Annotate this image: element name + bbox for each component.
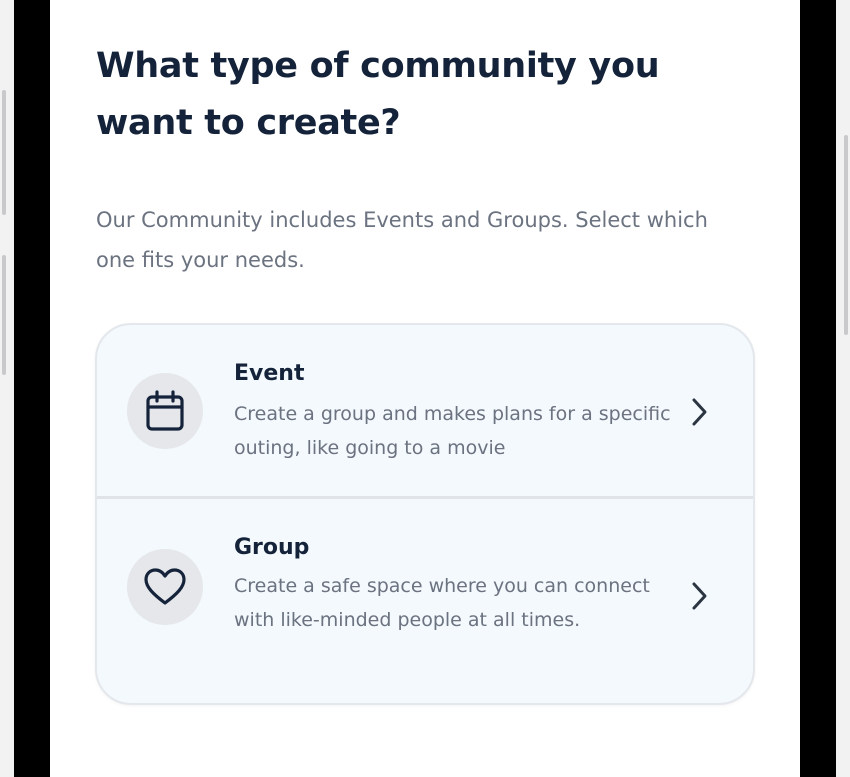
event-icon-container bbox=[127, 373, 203, 449]
chevron-right-icon bbox=[692, 582, 707, 610]
side-button bbox=[2, 90, 6, 215]
calendar-icon bbox=[146, 390, 184, 431]
app-screen: What type of community you want to creat… bbox=[50, 0, 800, 777]
group-option-description: Create a safe space where you can connec… bbox=[234, 575, 650, 631]
group-option-title: Group bbox=[234, 535, 310, 560]
side-button bbox=[2, 255, 6, 375]
heart-icon bbox=[144, 568, 186, 605]
group-icon-container bbox=[127, 549, 203, 625]
event-option[interactable]: Event Create a group and makes plans for… bbox=[97, 325, 753, 497]
event-option-description: Create a group and makes plans for a spe… bbox=[234, 403, 671, 459]
device-frame: What type of community you want to creat… bbox=[0, 0, 850, 777]
chevron-right-icon bbox=[692, 398, 707, 426]
side-button bbox=[844, 135, 848, 335]
event-option-title: Event bbox=[234, 361, 305, 386]
community-type-card: Event Create a group and makes plans for… bbox=[95, 323, 755, 705]
page-title: What type of community you want to creat… bbox=[96, 46, 660, 143]
group-option[interactable]: Group Create a safe space where you can … bbox=[97, 499, 753, 703]
page-subtitle: Our Community includes Events and Groups… bbox=[96, 208, 708, 272]
